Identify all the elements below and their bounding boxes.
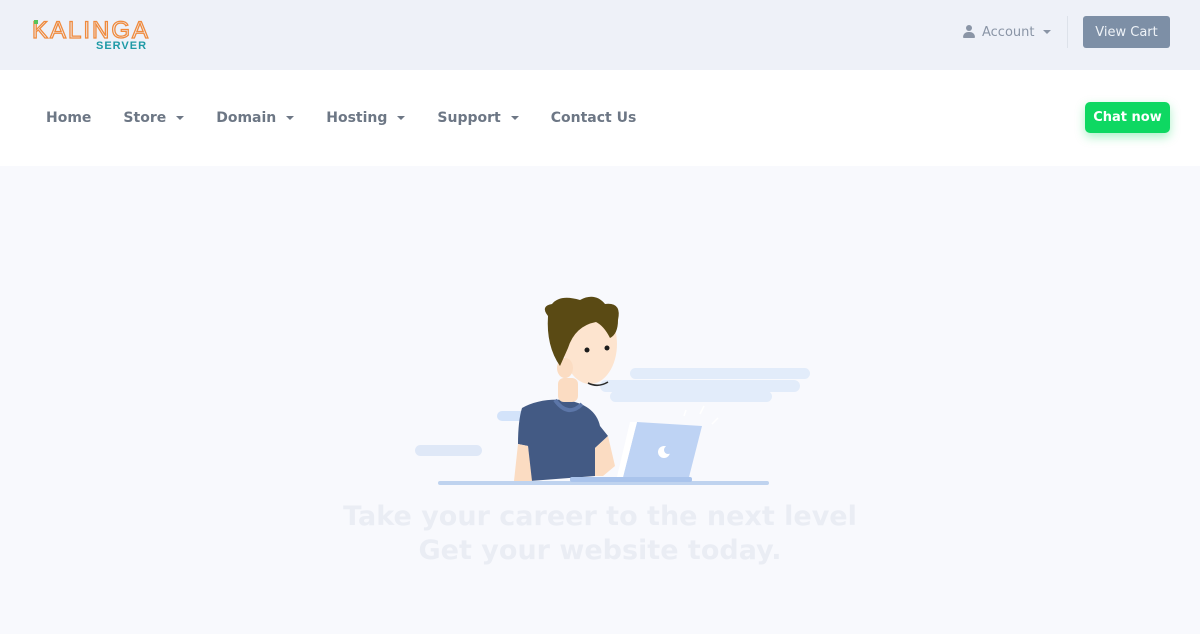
eye-shape — [604, 345, 610, 351]
chat-now-button[interactable]: Chat now — [1085, 102, 1170, 133]
view-cart-button[interactable]: View Cart — [1083, 16, 1170, 48]
nav-label: Domain — [216, 110, 277, 126]
hero-section: Take your career to the next level Get y… — [0, 166, 1200, 634]
hero-tagline-line2: Get your website today. — [418, 535, 782, 566]
cloud-shape — [415, 445, 482, 456]
account-label: Account — [982, 24, 1035, 40]
account-dropdown[interactable]: Account — [963, 22, 1051, 42]
nav-item-store[interactable]: Store — [123, 110, 185, 126]
nav-label: Home — [46, 110, 92, 126]
top-header: KALINGA SERVER Account View Cart — [0, 0, 1200, 70]
hero-tagline-line1: Take your career to the next level — [343, 501, 857, 532]
user-icon — [963, 25, 975, 39]
nav-label: Support — [437, 110, 501, 126]
logo-dot — [34, 20, 38, 24]
nav-item-home[interactable]: Home — [46, 110, 91, 126]
cloud-shape — [600, 380, 800, 392]
chevron-down-icon — [1042, 30, 1051, 34]
chevron-down-icon — [510, 116, 519, 120]
cloud-shape — [630, 368, 810, 379]
kalinga-server-logo[interactable]: KALINGA SERVER — [31, 17, 156, 54]
nav-item-support[interactable]: Support — [437, 110, 519, 126]
laptop-base — [570, 477, 692, 482]
nav-item-contact-us[interactable]: Contact Us — [551, 110, 637, 126]
nav-label: Contact Us — [550, 110, 637, 126]
nav-label: Store — [123, 110, 167, 126]
chevron-down-icon — [176, 116, 185, 120]
header-divider — [1067, 16, 1068, 48]
main-nav: Home Store Domain Hosting Support Contac… — [46, 70, 668, 166]
shirt-shape — [518, 399, 608, 481]
nav-item-domain[interactable]: Domain — [216, 110, 295, 126]
chevron-down-icon — [286, 116, 295, 120]
cloud-shape — [610, 391, 772, 402]
main-navbar: Home Store Domain Hosting Support Contac… — [0, 70, 1200, 166]
eye-shape — [584, 347, 590, 353]
chevron-down-icon — [397, 116, 406, 120]
logo-subtitle: SERVER — [96, 40, 148, 52]
neck-shape — [558, 378, 578, 402]
nav-label: Hosting — [326, 110, 388, 126]
person-with-laptop-illustration — [415, 296, 810, 485]
nav-item-hosting[interactable]: Hosting — [326, 110, 406, 126]
